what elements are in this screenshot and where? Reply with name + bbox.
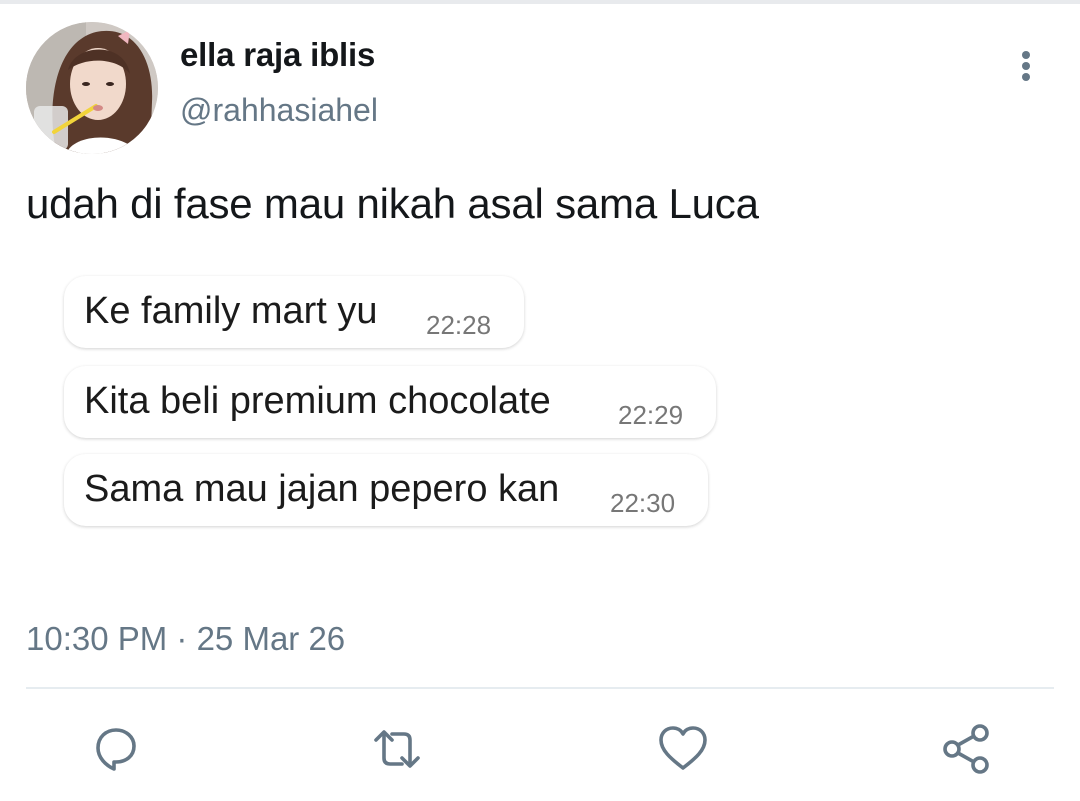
tweet-timestamp[interactable]: 10:30 PM · 25 Mar 26 xyxy=(26,620,345,658)
avatar[interactable] xyxy=(26,22,158,154)
tweet-text: udah di fase mau nikah asal sama Luca xyxy=(26,180,759,227)
chat-bubble: Sama mau jajan pepero kan 22:30 xyxy=(64,454,708,526)
retweet-icon[interactable] xyxy=(370,722,424,776)
tweet-detail-view: ella raja iblis @rahhasiahel udah di fas… xyxy=(0,0,1080,801)
share-icon[interactable] xyxy=(940,722,994,776)
display-name[interactable]: ella raja iblis xyxy=(180,36,375,74)
heart-icon[interactable] xyxy=(656,722,710,776)
chat-message-text: Ke family mart yu xyxy=(84,290,378,332)
reply-icon[interactable] xyxy=(88,722,142,776)
chat-message-text: Sama mau jajan pepero kan xyxy=(84,468,560,510)
chat-bubble: Ke family mart yu 22:28 xyxy=(64,276,524,348)
chat-message-time: 22:30 xyxy=(610,488,676,518)
more-vertical-icon[interactable] xyxy=(1012,48,1040,88)
chat-bubble: Kita beli premium chocolate 22:29 xyxy=(64,366,716,438)
chat-message-time: 22:28 xyxy=(426,310,492,340)
user-handle[interactable]: @rahhasiahel xyxy=(180,92,378,129)
attached-chat-screenshot[interactable]: Ke family mart yu 22:28 Kita beli premiu… xyxy=(40,262,740,552)
chat-message-text: Kita beli premium chocolate xyxy=(84,380,551,422)
chat-message-time: 22:29 xyxy=(618,400,684,430)
top-divider xyxy=(0,0,1080,4)
action-divider xyxy=(26,687,1054,689)
